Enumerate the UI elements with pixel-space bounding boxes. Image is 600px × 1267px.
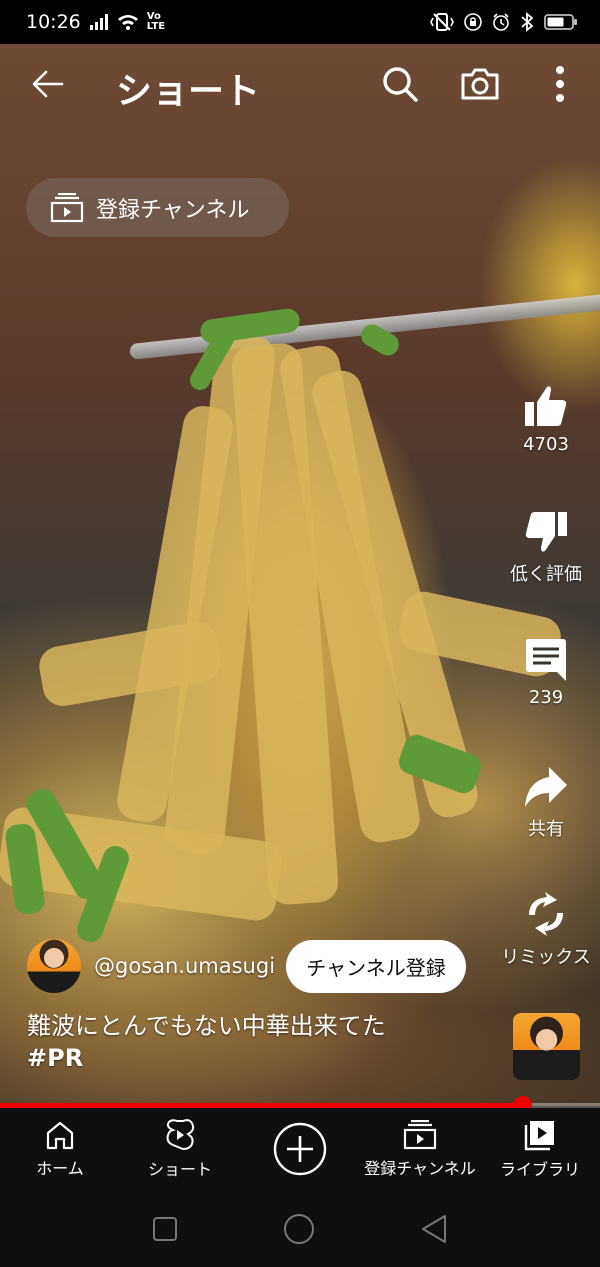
channel-handle[interactable]: @gosan.umasugi — [94, 954, 275, 978]
android-navigation-bar — [0, 1190, 600, 1267]
nav-create[interactable] — [240, 1108, 360, 1190]
comment-count: 239 — [528, 687, 564, 708]
library-icon — [524, 1120, 554, 1150]
video-title: 難波にとんでもない中華出来てた — [27, 1012, 386, 1040]
nav-shorts-label: ショート — [147, 1159, 212, 1179]
nav-shorts[interactable]: ショート — [120, 1108, 240, 1190]
battery-icon — [544, 14, 577, 30]
page-title: ショート — [116, 71, 261, 112]
recent-apps-icon[interactable] — [152, 1216, 178, 1242]
share-label: 共有 — [528, 819, 564, 840]
back-arrow-icon[interactable] — [30, 66, 66, 102]
thumb-up-icon — [525, 386, 567, 426]
thumb-down-icon — [525, 512, 567, 552]
video-hashtag[interactable]: #PR — [27, 1042, 386, 1074]
like-button[interactable]: 4703 — [491, 384, 600, 455]
shorts-icon — [166, 1118, 195, 1150]
subscriptions-chip-label: 登録チャンネル — [96, 197, 250, 223]
subscribe-button[interactable]: チャンネル登録 — [286, 940, 466, 993]
status-time: 10:26 — [26, 11, 81, 33]
comments-button[interactable]: 239 — [491, 637, 600, 708]
subscriptions-icon — [403, 1119, 437, 1149]
dislike-button[interactable]: 低く評価 — [491, 510, 600, 586]
create-plus-icon — [273, 1122, 327, 1176]
remix-label: リミックス — [501, 947, 591, 968]
video-caption[interactable]: 難波にとんでもない中華出来てた #PR — [27, 1010, 386, 1074]
nav-subscriptions-label: 登録チャンネル — [364, 1158, 476, 1178]
bottom-navigation: ホーム ショート 登録チャンネル ライブラリ — [0, 1108, 600, 1190]
home-icon — [46, 1121, 74, 1149]
vibrate-icon — [430, 13, 454, 31]
nav-library-label: ライブラリ — [499, 1159, 580, 1179]
nav-home[interactable]: ホーム — [0, 1108, 120, 1190]
back-triangle-icon[interactable] — [420, 1214, 448, 1244]
status-bar: 10:26 Vo LTE — [0, 0, 600, 44]
share-button[interactable]: 共有 — [491, 765, 600, 841]
remix-button[interactable]: リミックス — [491, 891, 600, 969]
like-count: 4703 — [523, 434, 569, 455]
volte-icon: Vo LTE — [146, 11, 166, 32]
subscriptions-chip[interactable]: 登録チャンネル — [26, 178, 289, 237]
share-icon — [525, 767, 567, 807]
comment-icon — [526, 639, 566, 681]
bluetooth-icon — [521, 12, 534, 32]
subscriptions-icon — [50, 192, 84, 222]
more-vert-icon[interactable] — [545, 64, 575, 104]
channel-avatar[interactable] — [27, 939, 81, 993]
top-bar: ショート — [0, 44, 600, 124]
nav-home-label: ホーム — [36, 1158, 84, 1178]
signal-icon — [89, 14, 108, 30]
lock-rotation-icon — [464, 13, 482, 31]
sound-thumbnail[interactable] — [513, 1013, 580, 1080]
dislike-label: 低く評価 — [510, 564, 582, 585]
nav-subscriptions[interactable]: 登録チャンネル — [360, 1108, 480, 1190]
home-circle-icon[interactable] — [283, 1213, 315, 1245]
alarm-icon — [493, 13, 509, 31]
wifi-icon — [117, 15, 138, 30]
search-icon[interactable] — [380, 64, 420, 104]
nav-library[interactable]: ライブラリ — [480, 1108, 600, 1190]
camera-icon[interactable] — [460, 64, 500, 104]
remix-icon — [529, 892, 563, 936]
